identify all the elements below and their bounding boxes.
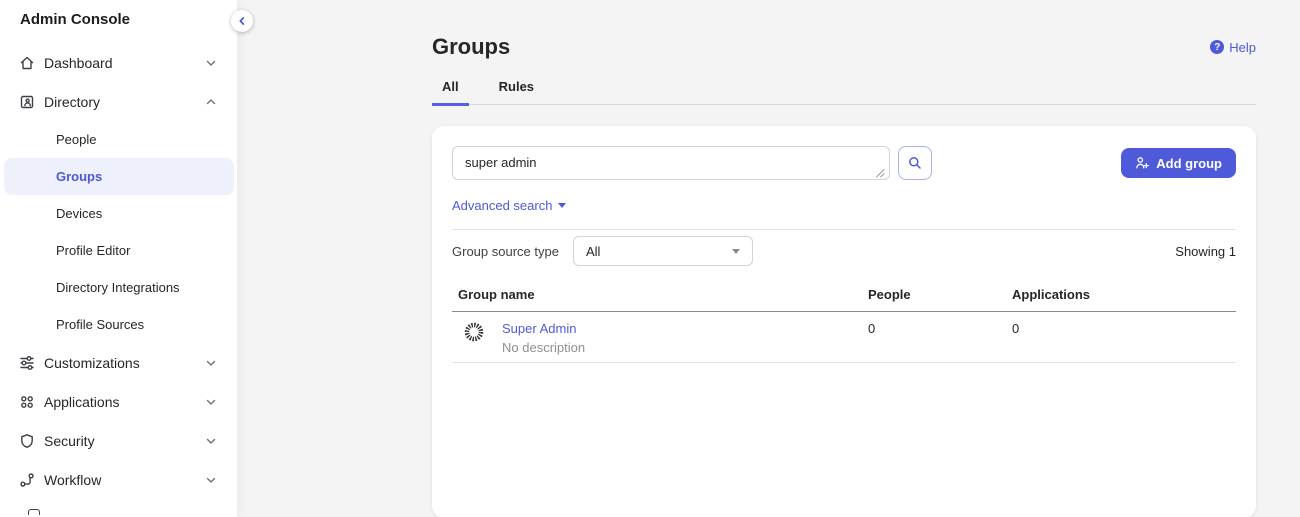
sidebar-subitem-label: People <box>56 132 96 147</box>
sidebar-subitem-label: Profile Editor <box>56 243 130 258</box>
add-group-label: Add group <box>1156 156 1222 171</box>
column-applications: Applications <box>1006 287 1236 302</box>
sidebar-item-security[interactable]: Security <box>0 421 237 460</box>
sidebar-item-devices[interactable]: Devices <box>0 195 237 232</box>
help-icon: ? <box>1210 40 1224 54</box>
sidebar-item-label: Applications <box>44 394 120 410</box>
add-group-button[interactable]: Add group <box>1121 148 1236 178</box>
sidebar-item-directory[interactable]: Directory <box>0 82 237 121</box>
tabbar: All Rules <box>432 79 1256 105</box>
chevron-up-icon <box>203 94 219 110</box>
sidebar-item-dashboard[interactable]: Dashboard <box>0 43 237 82</box>
group-description: No description <box>502 340 585 355</box>
home-icon <box>19 55 35 71</box>
group-source-type-select[interactable]: All <box>573 236 753 266</box>
sidebar-subitem-label: Directory Integrations <box>56 280 180 295</box>
sliders-icon <box>19 355 35 371</box>
page-title: Groups <box>432 34 510 60</box>
sidebar-collapse-button[interactable] <box>231 10 253 32</box>
tab-all[interactable]: All <box>432 79 469 106</box>
sidebar-item-directory-integrations[interactable]: Directory Integrations <box>0 269 237 306</box>
sidebar-item-label: Workflow <box>44 472 101 488</box>
table-row[interactable]: Super Admin No description 0 0 <box>452 312 1236 363</box>
groups-card: super admin Add group Advanced search <box>432 126 1256 517</box>
group-name-cell: Super Admin No description <box>452 312 862 362</box>
group-burst-icon <box>462 320 486 362</box>
page-header: Groups ? Help <box>432 34 1256 60</box>
sidebar-item-label: Dashboard <box>44 55 113 71</box>
filter-row: Group source type All Showing 1 <box>452 236 1236 266</box>
search-button[interactable] <box>898 146 932 180</box>
advanced-search-label: Advanced search <box>452 198 552 213</box>
workflow-icon <box>19 472 35 488</box>
sidebar-item-people[interactable]: People <box>0 121 237 158</box>
main-content: Groups ? Help All Rules super admin <box>237 0 1300 517</box>
apps-icon <box>19 394 35 410</box>
resize-grip-icon[interactable] <box>875 168 885 178</box>
group-source-type-label: Group source type <box>452 244 559 259</box>
column-group-name: Group name <box>452 287 862 302</box>
sidebar-item-profile-editor[interactable]: Profile Editor <box>0 232 237 269</box>
sidebar-item-customizations[interactable]: Customizations <box>0 343 237 382</box>
caret-down-icon <box>558 203 566 208</box>
advanced-search-link[interactable]: Advanced search <box>452 198 566 213</box>
help-link[interactable]: ? Help <box>1210 40 1256 55</box>
sidebar-item-applications[interactable]: Applications <box>0 382 237 421</box>
reports-icon-partial <box>28 509 40 515</box>
add-group-icon <box>1135 156 1149 170</box>
caret-down-icon <box>732 249 740 254</box>
directory-icon <box>19 94 35 110</box>
search-row: super admin Add group <box>452 146 1236 185</box>
sidebar: Admin Console Dashboard Directory People… <box>0 0 237 517</box>
group-name-block: Super Admin No description <box>502 320 585 362</box>
sidebar-item-label: Customizations <box>44 355 140 371</box>
applications-count: 0 <box>1006 312 1236 362</box>
column-people: People <box>862 287 1006 302</box>
divider <box>452 229 1236 230</box>
chevron-down-icon <box>203 394 219 410</box>
chevron-down-icon <box>203 55 219 71</box>
table-header: Group name People Applications <box>452 287 1236 312</box>
sidebar-subitem-label: Profile Sources <box>56 317 144 332</box>
chevron-down-icon <box>203 472 219 488</box>
chevron-down-icon <box>203 433 219 449</box>
select-value: All <box>586 244 600 259</box>
search-icon <box>907 155 923 171</box>
sidebar-item-groups[interactable]: Groups <box>4 158 234 195</box>
sidebar-subitem-label: Groups <box>56 169 102 184</box>
help-label: Help <box>1229 40 1256 55</box>
sidebar-item-label: Directory <box>44 94 100 110</box>
showing-count: Showing 1 <box>1175 244 1236 259</box>
sidebar-item-profile-sources[interactable]: Profile Sources <box>0 306 237 343</box>
chevron-left-icon <box>236 15 248 27</box>
sidebar-subitem-label: Devices <box>56 206 102 221</box>
search-input[interactable]: super admin <box>452 146 890 180</box>
tab-rules[interactable]: Rules <box>489 79 544 106</box>
sidebar-item-workflow[interactable]: Workflow <box>0 460 237 499</box>
app-title: Admin Console <box>0 0 237 43</box>
group-name-link[interactable]: Super Admin <box>502 320 585 338</box>
people-count: 0 <box>862 312 1006 362</box>
shield-icon <box>19 433 35 449</box>
chevron-down-icon <box>203 355 219 371</box>
sidebar-item-label: Security <box>44 433 95 449</box>
groups-table: Group name People Applications Super Adm… <box>452 287 1236 363</box>
